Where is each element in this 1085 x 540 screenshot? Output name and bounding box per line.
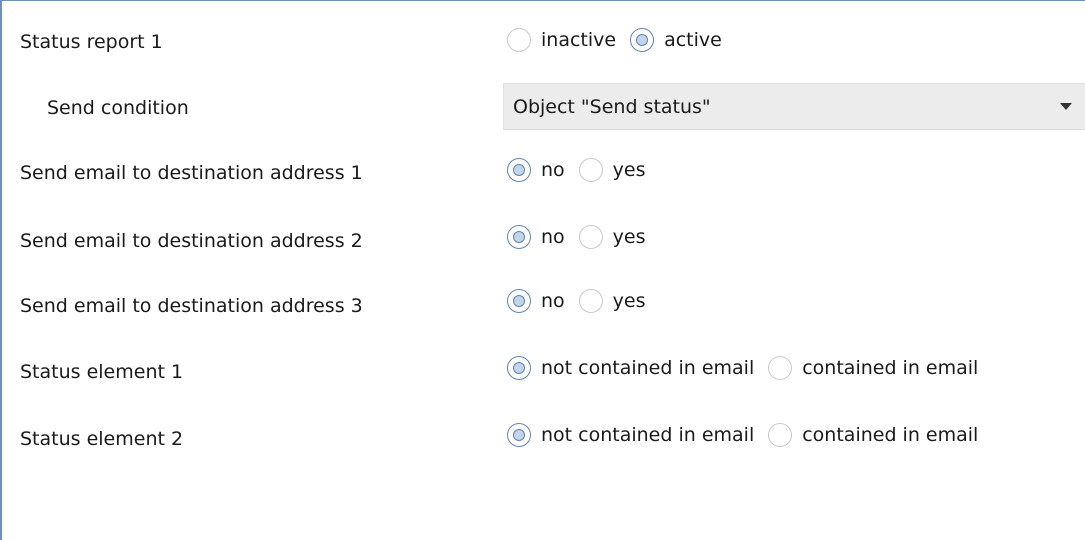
dest1-option-yes[interactable]: yes xyxy=(578,158,646,182)
radio-label: yes xyxy=(612,159,646,181)
dest2-radio-group: no yes xyxy=(507,225,660,249)
radio-unchecked-icon[interactable] xyxy=(578,225,603,249)
send-condition-value: Object "Send status" xyxy=(513,95,711,118)
dest2-option-no[interactable]: no xyxy=(507,225,565,249)
status-report-label: Status report 1 xyxy=(20,31,163,53)
dest3-option-no[interactable]: no xyxy=(507,289,565,313)
dest1-radio-group: no yes xyxy=(507,158,660,182)
radio-label: no xyxy=(541,290,565,312)
radio-checked-icon[interactable] xyxy=(507,423,531,447)
dest3-option-yes[interactable]: yes xyxy=(578,289,646,313)
radio-unchecked-icon[interactable] xyxy=(768,423,793,447)
radio-unchecked-icon[interactable] xyxy=(578,289,603,313)
radio-label: contained in email xyxy=(802,357,979,379)
radio-unchecked-icon[interactable] xyxy=(768,356,793,380)
radio-label: active xyxy=(664,29,722,51)
dest2-option-yes[interactable]: yes xyxy=(578,225,646,249)
radio-checked-icon[interactable] xyxy=(507,225,531,249)
status-element2-radio-group: not contained in email contained in emai… xyxy=(507,423,992,447)
status-element1-radio-group: not contained in email contained in emai… xyxy=(507,356,992,380)
status-element1-option-not-contained[interactable]: not contained in email xyxy=(507,356,754,380)
status-report-option-active[interactable]: active xyxy=(630,28,722,52)
radio-checked-icon[interactable] xyxy=(507,158,531,182)
radio-label: no xyxy=(541,159,565,181)
status-element2-label: Status element 2 xyxy=(20,428,184,450)
status-report-radio-group: inactive active xyxy=(507,28,736,52)
status-element2-option-not-contained[interactable]: not contained in email xyxy=(507,423,754,447)
radio-label: not contained in email xyxy=(541,357,755,379)
radio-checked-icon[interactable] xyxy=(507,289,531,313)
send-condition-dropdown[interactable]: Object "Send status" xyxy=(503,83,1085,130)
status-element1-option-contained[interactable]: contained in email xyxy=(768,356,978,380)
dest3-label: Send email to destination address 3 xyxy=(20,295,363,317)
radio-label: not contained in email xyxy=(541,424,755,446)
radio-unchecked-icon[interactable] xyxy=(578,158,603,182)
send-condition-label: Send condition xyxy=(47,97,189,119)
radio-checked-icon[interactable] xyxy=(507,356,531,380)
dest3-radio-group: no yes xyxy=(507,289,660,313)
dest2-label: Send email to destination address 2 xyxy=(20,230,363,252)
radio-checked-icon[interactable] xyxy=(630,28,655,52)
dest1-option-no[interactable]: no xyxy=(507,158,565,182)
radio-label: yes xyxy=(612,226,646,248)
radio-label: contained in email xyxy=(802,424,979,446)
dest1-label: Send email to destination address 1 xyxy=(20,162,363,184)
chevron-down-icon[interactable] xyxy=(1060,103,1072,110)
status-element2-option-contained[interactable]: contained in email xyxy=(768,423,978,447)
radio-label: inactive xyxy=(541,29,617,51)
status-element1-label: Status element 1 xyxy=(20,361,184,383)
radio-label: yes xyxy=(612,290,646,312)
radio-label: no xyxy=(541,226,565,248)
parameter-panel: Status report 1 inactive active Send con… xyxy=(0,0,1085,540)
status-report-option-inactive[interactable]: inactive xyxy=(507,28,616,52)
radio-unchecked-icon[interactable] xyxy=(507,28,531,52)
